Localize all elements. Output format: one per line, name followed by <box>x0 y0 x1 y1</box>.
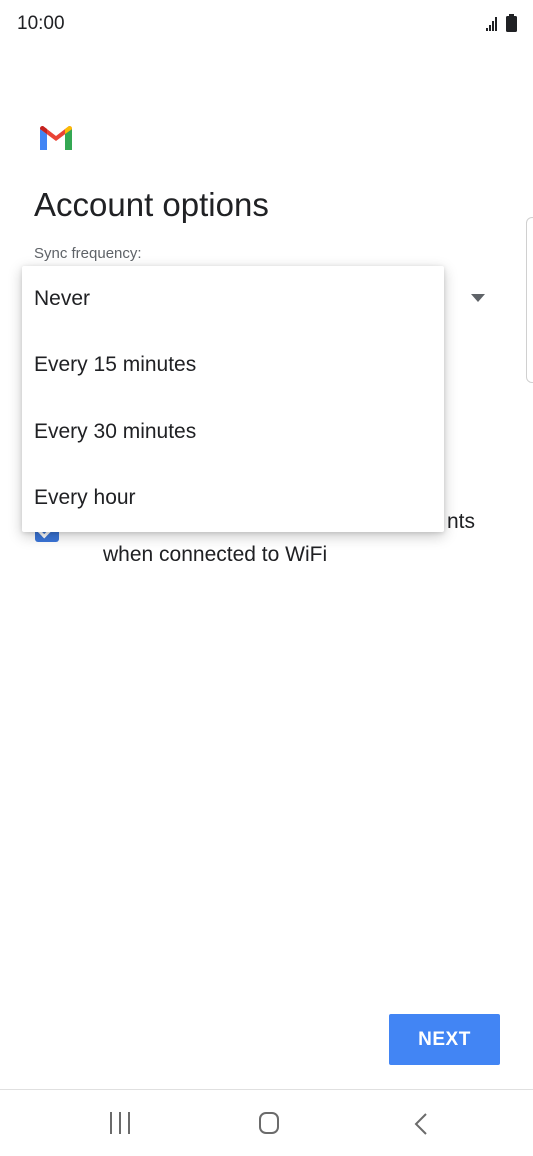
recents-icon[interactable] <box>110 1112 132 1134</box>
dropdown-arrow-icon[interactable] <box>471 294 485 302</box>
sync-frequency-menu: Never Every 15 minutes Every 30 minutes … <box>22 266 444 532</box>
next-button[interactable]: NEXT <box>389 1014 500 1065</box>
checkbox-text-line2: when connected to WiFi <box>103 543 328 566</box>
menu-item-never[interactable]: Never <box>22 266 444 332</box>
gmail-logo <box>40 126 72 150</box>
status-bar: 10:00 <box>0 0 533 50</box>
signal-icon <box>486 17 497 31</box>
menu-item-every-30-minutes[interactable]: Every 30 minutes <box>22 399 444 465</box>
battery-icon <box>506 14 517 32</box>
menu-item-every-15-minutes[interactable]: Every 15 minutes <box>22 332 444 398</box>
home-icon[interactable] <box>259 1112 279 1134</box>
sync-frequency-label: Sync frequency: <box>34 245 142 262</box>
status-time: 10:00 <box>17 13 65 34</box>
back-icon[interactable] <box>412 1112 432 1136</box>
scroll-indicator[interactable] <box>526 217 533 383</box>
menu-item-every-hour[interactable]: Every hour <box>22 465 444 531</box>
nav-bar <box>0 1090 533 1156</box>
screen: 10:00 Account options Sync frequency: nt… <box>0 0 533 1156</box>
page-title: Account options <box>34 186 269 223</box>
